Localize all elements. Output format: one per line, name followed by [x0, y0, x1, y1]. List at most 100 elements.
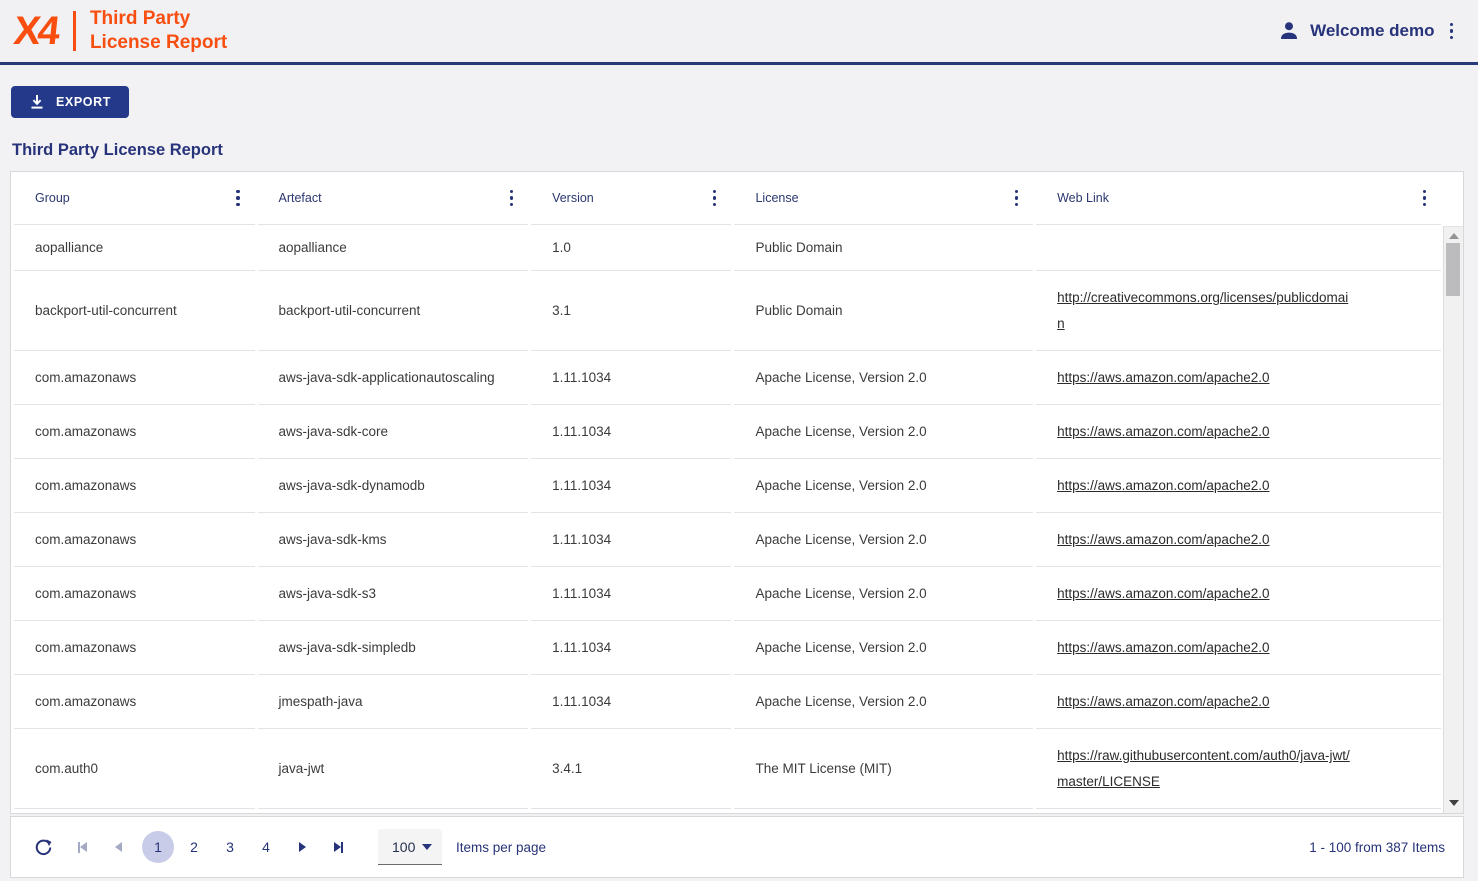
cell-artefact: jcommander [258, 809, 529, 814]
cell-weblink: https://aws.amazon.com/apache2.0 [1036, 405, 1441, 459]
cell-version: 3.4.1 [531, 729, 731, 809]
table-row: com.amazonawsaws-java-sdk-kms1.11.1034Ap… [14, 513, 1441, 567]
cell-group: com.beust [14, 809, 255, 814]
cell-version: 1.0 [531, 225, 731, 271]
cell-weblink: http://creativecommons.org/licenses/publ… [1036, 271, 1441, 351]
items-per-page-value: 100 [392, 839, 415, 855]
table-row: aopallianceaopalliance1.0Public Domain [14, 225, 1441, 271]
license-table-card: Group Artefact Version License Web Link aopa… [10, 171, 1464, 814]
scrollbar-thumb[interactable] [1446, 243, 1460, 296]
welcome-label: Welcome demo [1310, 21, 1434, 41]
toolbar: EXPORT [0, 65, 1478, 118]
previous-page-icon[interactable] [106, 835, 130, 859]
column-menu-kebab-icon[interactable] [233, 187, 243, 210]
scroll-up-icon[interactable] [1449, 233, 1459, 239]
cell-artefact: aws-java-sdk-dynamodb [258, 459, 529, 513]
column-menu-kebab-icon[interactable] [1012, 187, 1022, 210]
table-row: com.amazonawsaws-java-sdk-dynamodb1.11.1… [14, 459, 1441, 513]
table-header-row: Group Artefact Version License Web Link [14, 172, 1441, 225]
vertical-scrollbar[interactable] [1443, 226, 1463, 813]
cell-license: Apache License, Version 2.0 [734, 809, 1033, 814]
table-row: com.amazonawsaws-java-sdk-applicationaut… [14, 351, 1441, 405]
cell-group: aopalliance [14, 225, 255, 271]
cell-group: com.amazonaws [14, 513, 255, 567]
web-link[interactable]: https://aws.amazon.com/apache2.0 [1057, 689, 1269, 715]
cell-license: Apache License, Version 2.0 [734, 459, 1033, 513]
table-row: com.amazonawsaws-java-sdk-s31.11.1034Apa… [14, 567, 1441, 621]
column-header-label: Group [35, 191, 70, 205]
table-row: com.amazonawsaws-java-sdk-simpledb1.11.1… [14, 621, 1441, 675]
first-page-icon[interactable] [70, 835, 94, 859]
cell-artefact: aws-java-sdk-applicationautoscaling [258, 351, 529, 405]
cell-license: Apache License, Version 2.0 [734, 513, 1033, 567]
refresh-icon[interactable] [31, 835, 55, 859]
cell-license: Apache License, Version 2.0 [734, 621, 1033, 675]
page-button-1[interactable]: 1 [142, 831, 174, 863]
column-header-label: License [755, 191, 798, 205]
items-per-page-select[interactable]: 100 [378, 829, 442, 865]
cell-artefact: aws-java-sdk-simpledb [258, 621, 529, 675]
column-header-web-link: Web Link [1036, 172, 1441, 225]
column-menu-kebab-icon[interactable] [710, 187, 720, 210]
cell-version: 1.11.1034 [531, 405, 731, 459]
cell-weblink: https://aws.amazon.com/apache2.0 [1036, 513, 1441, 567]
column-header-artefact: Artefact [258, 172, 529, 225]
last-page-icon[interactable] [326, 835, 350, 859]
next-page-icon[interactable] [290, 835, 314, 859]
web-link[interactable]: https://aws.amazon.com/apache2.0 [1057, 635, 1269, 661]
cell-license: Apache License, Version 2.0 [734, 351, 1033, 405]
column-header-group: Group [14, 172, 255, 225]
export-button[interactable]: EXPORT [11, 86, 129, 118]
export-button-label: EXPORT [56, 95, 111, 109]
cell-weblink: https://aws.amazon.com/apache2.0 [1036, 459, 1441, 513]
web-link[interactable]: https://aws.amazon.com/apache2.0 [1057, 581, 1269, 607]
cell-artefact: java-jwt [258, 729, 529, 809]
column-header-version: Version [531, 172, 731, 225]
cell-version: 1.11.1034 [531, 621, 731, 675]
column-menu-kebab-icon[interactable] [507, 187, 517, 210]
web-link[interactable]: https://raw.githubusercontent.com/auth0/… [1057, 743, 1353, 795]
table-row: backport-util-concurrentbackport-util-co… [14, 271, 1441, 351]
cell-license: Public Domain [734, 271, 1033, 351]
cell-artefact: jmespath-java [258, 675, 529, 729]
column-header-label: Web Link [1057, 191, 1109, 205]
user-menu-kebab-icon[interactable] [1447, 20, 1457, 43]
table-row: com.beustjcommander1.78Apache License, V… [14, 809, 1441, 814]
web-link[interactable]: https://aws.amazon.com/apache2.0 [1057, 419, 1269, 445]
web-link[interactable]: https://aws.amazon.com/apache2.0 [1057, 473, 1269, 499]
page-title: Third Party License Report [12, 141, 1478, 160]
web-link[interactable]: https://aws.amazon.com/apache2.0 [1057, 365, 1269, 391]
download-icon [29, 94, 45, 110]
column-header-label: Version [552, 191, 594, 205]
page-buttons: 1234 [142, 831, 286, 863]
page-button-4[interactable]: 4 [250, 831, 282, 863]
cell-artefact: backport-util-concurrent [258, 271, 529, 351]
license-table: Group Artefact Version License Web Link aopa… [11, 172, 1444, 814]
table-row: com.auth0java-jwt3.4.1The MIT License (M… [14, 729, 1441, 809]
cell-weblink: http://www.apache.org/licenses/LICENSE-2… [1036, 809, 1441, 814]
cell-license: The MIT License (MIT) [734, 729, 1033, 809]
cell-version: 1.11.1034 [531, 459, 731, 513]
logo-divider [73, 11, 76, 51]
page-button-3[interactable]: 3 [214, 831, 246, 863]
column-menu-kebab-icon[interactable] [1420, 187, 1430, 210]
cell-license: Public Domain [734, 225, 1033, 271]
user-area: Welcome demo [1277, 19, 1456, 43]
page-button-2[interactable]: 2 [178, 831, 210, 863]
cell-version: 1.11.1034 [531, 675, 731, 729]
cell-version: 1.78 [531, 809, 731, 814]
cell-group: com.amazonaws [14, 459, 255, 513]
cell-group: backport-util-concurrent [14, 271, 255, 351]
app-header: X4 Third Party License Report Welcome de… [0, 0, 1478, 65]
cell-license: Apache License, Version 2.0 [734, 567, 1033, 621]
cell-artefact: aws-java-sdk-core [258, 405, 529, 459]
items-range-label: 1 - 100 from 387 Items [1309, 840, 1445, 855]
web-link[interactable]: http://creativecommons.org/licenses/publ… [1057, 285, 1353, 337]
cell-weblink: https://aws.amazon.com/apache2.0 [1036, 675, 1441, 729]
cell-weblink: https://aws.amazon.com/apache2.0 [1036, 621, 1441, 675]
web-link[interactable]: https://aws.amazon.com/apache2.0 [1057, 527, 1269, 553]
cell-artefact: aopalliance [258, 225, 529, 271]
cell-license: Apache License, Version 2.0 [734, 405, 1033, 459]
scroll-down-icon[interactable] [1449, 800, 1459, 806]
cell-group: com.amazonaws [14, 405, 255, 459]
